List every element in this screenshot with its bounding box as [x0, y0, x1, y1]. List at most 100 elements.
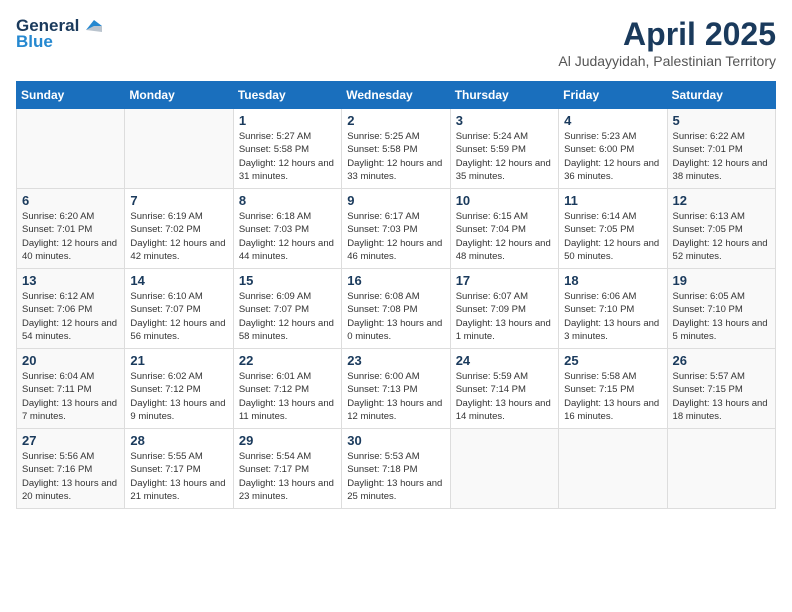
day-info: Sunrise: 6:19 AM Sunset: 7:02 PM Dayligh… — [130, 210, 227, 263]
calendar-week-row: 1 Sunrise: 5:27 AM Sunset: 5:58 PM Daylig… — [17, 109, 776, 189]
day-info: Sunrise: 5:54 AM Sunset: 7:17 PM Dayligh… — [239, 450, 336, 503]
day-number: 25 — [564, 353, 661, 368]
calendar-cell: 5Sunrise: 6:22 AM Sunset: 7:01 PM Daylig… — [667, 109, 775, 189]
calendar-cell: 9 Sunrise: 6:17 AM Sunset: 7:03 PM Daylig… — [342, 189, 450, 269]
calendar-cell: 21 Sunrise: 6:02 AM Sunset: 7:12 PM Dayli… — [125, 349, 233, 429]
day-number: 9 — [347, 193, 444, 208]
calendar-cell: 10Sunrise: 6:15 AM Sunset: 7:04 PM Dayli… — [450, 189, 558, 269]
day-info: Sunrise: 6:18 AM Sunset: 7:03 PM Dayligh… — [239, 210, 336, 263]
calendar-cell — [450, 429, 558, 509]
calendar-cell — [667, 429, 775, 509]
day-number: 8 — [239, 193, 336, 208]
weekday-header: Friday — [559, 82, 667, 109]
day-number: 24 — [456, 353, 553, 368]
day-info: Sunrise: 6:04 AM Sunset: 7:11 PM Dayligh… — [22, 370, 119, 423]
day-number: 11 — [564, 193, 661, 208]
calendar-cell: 17Sunrise: 6:07 AM Sunset: 7:09 PM Dayli… — [450, 269, 558, 349]
calendar-cell: 16 Sunrise: 6:08 AM Sunset: 7:08 PM Dayli… — [342, 269, 450, 349]
day-number: 23 — [347, 353, 444, 368]
calendar-cell: 6Sunrise: 6:20 AM Sunset: 7:01 PM Daylig… — [17, 189, 125, 269]
day-info: Sunrise: 6:06 AM Sunset: 7:10 PM Dayligh… — [564, 290, 661, 343]
calendar-table: SundayMondayTuesdayWednesdayThursdayFrid… — [16, 81, 776, 509]
day-info: Sunrise: 6:22 AM Sunset: 7:01 PM Dayligh… — [673, 130, 770, 183]
calendar-cell: 13 Sunrise: 6:12 AM Sunset: 7:06 PM Dayli… — [17, 269, 125, 349]
calendar-cell: 11 Sunrise: 6:14 AM Sunset: 7:05 PM Dayli… — [559, 189, 667, 269]
day-number: 4 — [564, 113, 661, 128]
calendar-cell: 2 Sunrise: 5:25 AM Sunset: 5:58 PM Daylig… — [342, 109, 450, 189]
day-info: Sunrise: 6:08 AM Sunset: 7:08 PM Dayligh… — [347, 290, 444, 343]
weekday-header: Saturday — [667, 82, 775, 109]
page-header: General Blue April 2025 Al Judayyidah, P… — [16, 16, 776, 69]
day-number: 10 — [456, 193, 553, 208]
day-info: Sunrise: 6:00 AM Sunset: 7:13 PM Dayligh… — [347, 370, 444, 423]
day-info: Sunrise: 5:23 AM Sunset: 6:00 PM Dayligh… — [564, 130, 661, 183]
title-block: April 2025 Al Judayyidah, Palestinian Te… — [558, 16, 776, 69]
calendar-cell — [559, 429, 667, 509]
calendar-week-row: 13 Sunrise: 6:12 AM Sunset: 7:06 PM Dayli… — [17, 269, 776, 349]
day-number: 3 — [456, 113, 553, 128]
calendar-cell — [125, 109, 233, 189]
day-number: 27 — [22, 433, 119, 448]
calendar-cell: 8 Sunrise: 6:18 AM Sunset: 7:03 PM Daylig… — [233, 189, 341, 269]
calendar-cell: 27 Sunrise: 5:56 AM Sunset: 7:16 PM Dayli… — [17, 429, 125, 509]
day-info: Sunrise: 5:25 AM Sunset: 5:58 PM Dayligh… — [347, 130, 444, 183]
weekday-header: Wednesday — [342, 82, 450, 109]
calendar-cell: 23 Sunrise: 6:00 AM Sunset: 7:13 PM Dayli… — [342, 349, 450, 429]
calendar-week-row: 6Sunrise: 6:20 AM Sunset: 7:01 PM Daylig… — [17, 189, 776, 269]
calendar-cell: 30Sunrise: 5:53 AM Sunset: 7:18 PM Dayli… — [342, 429, 450, 509]
day-number: 29 — [239, 433, 336, 448]
day-number: 16 — [347, 273, 444, 288]
logo: General Blue — [16, 16, 104, 52]
logo-blue: Blue — [16, 32, 53, 52]
weekday-header: Tuesday — [233, 82, 341, 109]
day-info: Sunrise: 6:13 AM Sunset: 7:05 PM Dayligh… — [673, 210, 770, 263]
day-info: Sunrise: 6:07 AM Sunset: 7:09 PM Dayligh… — [456, 290, 553, 343]
calendar-cell: 3 Sunrise: 5:24 AM Sunset: 5:59 PM Daylig… — [450, 109, 558, 189]
day-info: Sunrise: 5:55 AM Sunset: 7:17 PM Dayligh… — [130, 450, 227, 503]
day-info: Sunrise: 6:02 AM Sunset: 7:12 PM Dayligh… — [130, 370, 227, 423]
month-title: April 2025 — [558, 16, 776, 53]
calendar-cell: 28 Sunrise: 5:55 AM Sunset: 7:17 PM Dayli… — [125, 429, 233, 509]
day-number: 15 — [239, 273, 336, 288]
day-info: Sunrise: 6:14 AM Sunset: 7:05 PM Dayligh… — [564, 210, 661, 263]
calendar-cell: 19 Sunrise: 6:05 AM Sunset: 7:10 PM Dayli… — [667, 269, 775, 349]
day-number: 28 — [130, 433, 227, 448]
calendar-cell: 14Sunrise: 6:10 AM Sunset: 7:07 PM Dayli… — [125, 269, 233, 349]
calendar-cell: 12 Sunrise: 6:13 AM Sunset: 7:05 PM Dayli… — [667, 189, 775, 269]
day-info: Sunrise: 5:58 AM Sunset: 7:15 PM Dayligh… — [564, 370, 661, 423]
day-info: Sunrise: 5:27 AM Sunset: 5:58 PM Dayligh… — [239, 130, 336, 183]
day-info: Sunrise: 5:57 AM Sunset: 7:15 PM Dayligh… — [673, 370, 770, 423]
day-number: 22 — [239, 353, 336, 368]
day-number: 18 — [564, 273, 661, 288]
day-number: 21 — [130, 353, 227, 368]
calendar-cell — [17, 109, 125, 189]
weekday-header-row: SundayMondayTuesdayWednesdayThursdayFrid… — [17, 82, 776, 109]
day-number: 12 — [673, 193, 770, 208]
weekday-header: Monday — [125, 82, 233, 109]
day-number: 19 — [673, 273, 770, 288]
calendar-cell: 18 Sunrise: 6:06 AM Sunset: 7:10 PM Dayli… — [559, 269, 667, 349]
calendar-cell: 4 Sunrise: 5:23 AM Sunset: 6:00 PM Daylig… — [559, 109, 667, 189]
day-info: Sunrise: 6:17 AM Sunset: 7:03 PM Dayligh… — [347, 210, 444, 263]
day-info: Sunrise: 5:56 AM Sunset: 7:16 PM Dayligh… — [22, 450, 119, 503]
day-number: 14 — [130, 273, 227, 288]
day-info: Sunrise: 5:59 AM Sunset: 7:14 PM Dayligh… — [456, 370, 553, 423]
calendar-week-row: 20 Sunrise: 6:04 AM Sunset: 7:11 PM Dayli… — [17, 349, 776, 429]
day-number: 1 — [239, 113, 336, 128]
weekday-header: Thursday — [450, 82, 558, 109]
day-info: Sunrise: 5:24 AM Sunset: 5:59 PM Dayligh… — [456, 130, 553, 183]
day-info: Sunrise: 6:20 AM Sunset: 7:01 PM Dayligh… — [22, 210, 119, 263]
calendar-cell: 25 Sunrise: 5:58 AM Sunset: 7:15 PM Dayli… — [559, 349, 667, 429]
day-number: 2 — [347, 113, 444, 128]
calendar-week-row: 27 Sunrise: 5:56 AM Sunset: 7:16 PM Dayli… — [17, 429, 776, 509]
day-number: 13 — [22, 273, 119, 288]
day-info: Sunrise: 6:12 AM Sunset: 7:06 PM Dayligh… — [22, 290, 119, 343]
day-info: Sunrise: 6:01 AM Sunset: 7:12 PM Dayligh… — [239, 370, 336, 423]
day-info: Sunrise: 6:05 AM Sunset: 7:10 PM Dayligh… — [673, 290, 770, 343]
calendar-cell: 20 Sunrise: 6:04 AM Sunset: 7:11 PM Dayli… — [17, 349, 125, 429]
calendar-cell: 22 Sunrise: 6:01 AM Sunset: 7:12 PM Dayli… — [233, 349, 341, 429]
weekday-header: Sunday — [17, 82, 125, 109]
day-number: 20 — [22, 353, 119, 368]
calendar-cell: 26Sunrise: 5:57 AM Sunset: 7:15 PM Dayli… — [667, 349, 775, 429]
calendar-cell: 15Sunrise: 6:09 AM Sunset: 7:07 PM Dayli… — [233, 269, 341, 349]
